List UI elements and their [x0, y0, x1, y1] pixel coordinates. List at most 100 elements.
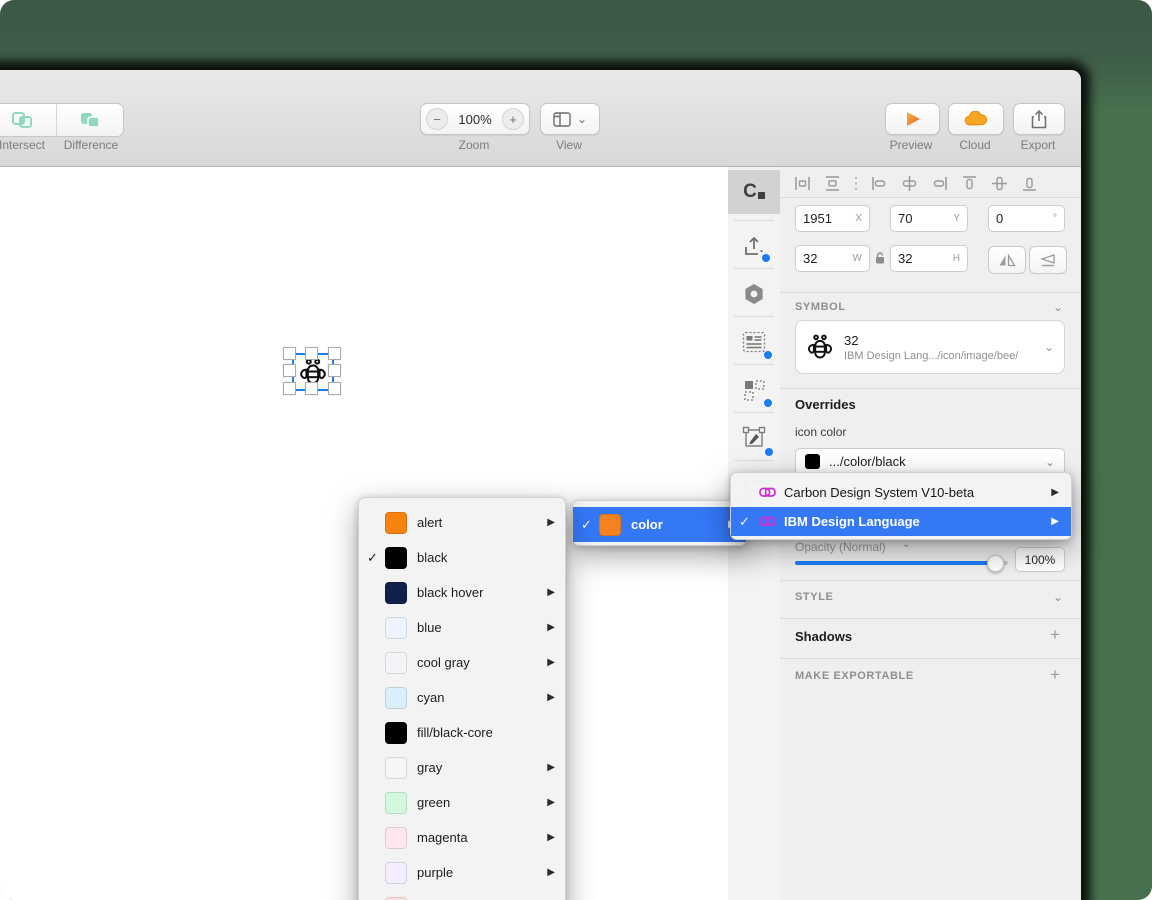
symbol-chevron-icon: ⌄ [1043, 340, 1054, 354]
library-menu-item[interactable]: Carbon Design System V10-beta ▶ [731, 478, 1071, 507]
width-field[interactable]: 32 W [795, 245, 870, 272]
menu-item-black[interactable]: ✓ black [359, 540, 565, 575]
menu-item-label: cool gray [417, 655, 470, 670]
view-button[interactable]: ⌄ [540, 103, 600, 135]
check-icon: ✓ [581, 516, 592, 532]
resize-handle[interactable] [305, 382, 318, 395]
y-position-field[interactable]: 70 Y [890, 205, 968, 232]
carbon-plugin-tab[interactable]: C [728, 170, 780, 214]
opacity-slider-thumb[interactable] [987, 555, 1004, 572]
lock-ratio-icon[interactable] [874, 251, 886, 265]
menu-item-blue[interactable]: blue ▶ [359, 610, 565, 645]
style-section-header: STYLE [795, 591, 834, 603]
difference-button[interactable] [57, 104, 124, 136]
zoom-level-value: 100% [458, 111, 492, 127]
menu-item-alert[interactable]: alert ▶ [359, 505, 565, 540]
align-bottom-icon[interactable] [1021, 175, 1038, 192]
resize-handle[interactable] [328, 364, 341, 377]
height-field[interactable]: 32 H [890, 245, 968, 272]
resize-handle[interactable] [283, 347, 296, 360]
rotation-field[interactable]: 0 ° [988, 205, 1065, 232]
symbol-selector[interactable]: 32 IBM Design Lang.../icon/image/bee/ ⌄ [795, 320, 1065, 374]
resize-handle[interactable] [305, 347, 318, 360]
resize-handle[interactable] [283, 382, 296, 395]
menu-item-gray[interactable]: gray ▶ [359, 750, 565, 785]
flip-horizontal-button[interactable] [988, 246, 1026, 274]
color-swatch [385, 896, 407, 900]
vector-pen-icon [742, 426, 766, 447]
library-menu-item[interactable]: ✓ IBM Design Language ▶ [731, 507, 1071, 536]
menu-item-black hover[interactable]: black hover ▶ [359, 575, 565, 610]
share-upload-icon [745, 236, 763, 255]
intersect-button[interactable] [0, 104, 57, 136]
menu-item-fill/black-core[interactable]: fill/black-core [359, 715, 565, 750]
boolean-intersect-icon [12, 112, 33, 128]
layout-cards-tab[interactable] [728, 320, 780, 364]
view-label: View [556, 138, 582, 152]
menu-item-partial[interactable] [359, 890, 565, 900]
align-top-icon[interactable] [961, 175, 978, 192]
library-chain-icon [759, 487, 776, 497]
opacity-slider[interactable] [795, 555, 1008, 572]
opacity-value-field[interactable]: 100% [1015, 547, 1065, 572]
menu-item-label: black [417, 550, 448, 565]
blend-mode-chevron-icon[interactable]: ⌄ [902, 539, 910, 550]
align-left-icon[interactable] [871, 175, 888, 192]
symbol-section-header: SYMBOL [795, 301, 846, 313]
swap-symbols-tab[interactable] [728, 368, 780, 412]
export-share-icon [1031, 109, 1047, 129]
flip-vertical-button[interactable] [1029, 246, 1067, 274]
menu-item-cyan[interactable]: cyan ▶ [359, 680, 565, 715]
menu-item-color[interactable]: ✓color▶ [573, 507, 746, 542]
menu-item-cool gray[interactable]: cool gray ▶ [359, 645, 565, 680]
override-color-swatch [805, 454, 820, 469]
check-icon: ✓ [739, 513, 750, 529]
card-layout-icon [742, 331, 766, 353]
intersect-label: Intersect [0, 138, 46, 152]
symbol-collapse-chevron-icon[interactable]: ⌄ [1053, 300, 1063, 314]
resize-handle[interactable] [328, 347, 341, 360]
align-center-horizontal-icon[interactable] [901, 175, 918, 192]
boolean-group [0, 103, 124, 137]
make-exportable-button[interactable]: + [1050, 665, 1060, 685]
zoom-out-button[interactable]: − [426, 108, 448, 130]
resize-handle[interactable] [283, 364, 296, 377]
menu-item-green[interactable]: green ▶ [359, 785, 565, 820]
distribute-vertical-icon[interactable] [824, 175, 841, 192]
color-swatch [385, 511, 407, 534]
submenu-arrow-icon: ▶ [547, 587, 555, 598]
symbol-name: 32 [844, 332, 859, 348]
menu-item-magenta[interactable]: magenta ▶ [359, 820, 565, 855]
menu-item-label: cyan [417, 690, 445, 705]
menu-item-purple[interactable]: purple ▶ [359, 855, 565, 890]
cloud-button[interactable] [948, 103, 1004, 135]
export-button[interactable] [1013, 103, 1065, 135]
distribute-horizontal-icon[interactable] [794, 175, 811, 192]
icon-color-override-dropdown[interactable]: .../color/black ⌄ [795, 448, 1065, 475]
check-icon: ✓ [367, 549, 378, 565]
color-swatch [385, 721, 407, 744]
settings-tab[interactable] [728, 272, 780, 316]
preview-button[interactable] [885, 103, 940, 135]
submenu-arrow-icon: ▶ [547, 797, 555, 808]
override-chevron-icon: ⌄ [1044, 454, 1055, 469]
style-collapse-chevron-icon[interactable]: ⌄ [1053, 590, 1063, 604]
boolean-difference-icon [80, 113, 100, 128]
selected-symbol[interactable] [283, 347, 341, 395]
zoom-in-button[interactable]: + [502, 108, 524, 130]
align-right-icon[interactable] [931, 175, 948, 192]
x-position-field[interactable]: 1951 X [795, 205, 870, 232]
align-middle-icon[interactable] [991, 175, 1008, 192]
override-field-label: icon color [795, 425, 847, 439]
symbol-path: IBM Design Lang.../icon/image/bee/ [844, 349, 1019, 362]
add-shadow-button[interactable]: + [1050, 625, 1060, 645]
resize-handle[interactable] [328, 382, 341, 395]
export-label: Export [1020, 138, 1056, 152]
vector-edit-tab[interactable] [728, 416, 780, 460]
color-swatch [385, 756, 407, 779]
submenu-arrow-icon: ▶ [1051, 516, 1059, 527]
menu-item-label: gray [417, 760, 443, 775]
share-artboard-tab[interactable] [728, 224, 780, 268]
color-swatch [385, 826, 407, 849]
view-chevron-icon: ⌄ [576, 112, 588, 126]
